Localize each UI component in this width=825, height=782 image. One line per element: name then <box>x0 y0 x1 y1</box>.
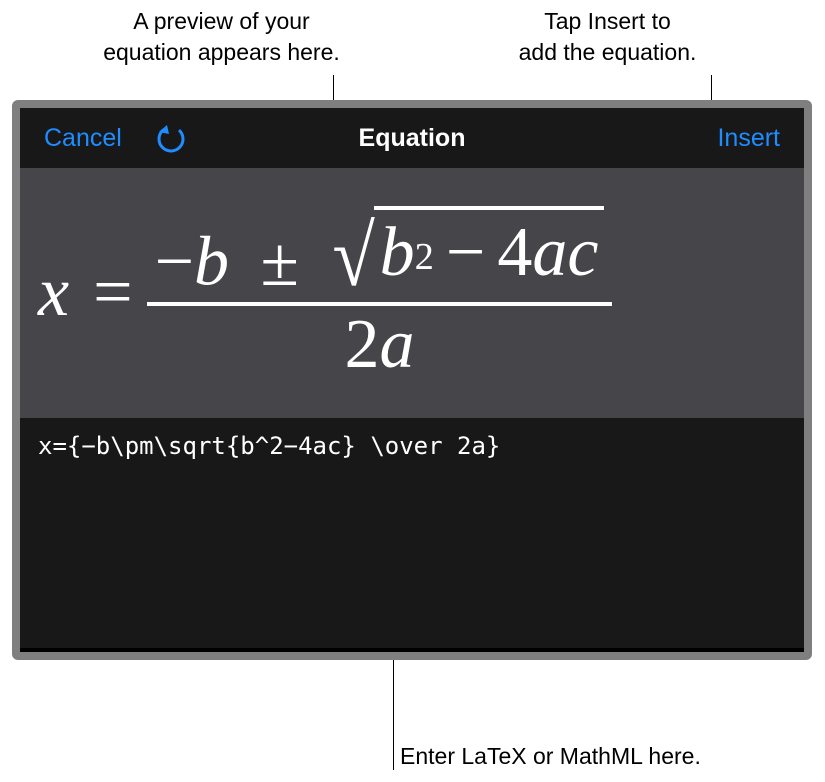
callout-preview-text: A preview of your equation appears here. <box>95 6 348 68</box>
eq-a-2: a <box>380 306 415 383</box>
callout-entry-leader <box>393 660 394 770</box>
eq-minus-2: − <box>446 218 485 288</box>
eq-numerator: −b ± √ b2 − 4ac <box>147 202 613 302</box>
eq-denominator: 2a <box>337 306 423 384</box>
callout-entry-text: Enter LaTeX or MathML here. <box>400 741 730 772</box>
undo-icon[interactable] <box>154 121 188 155</box>
radical-icon: √ <box>333 224 375 289</box>
eq-exp-2: 2 <box>415 238 434 277</box>
eq-two: 2 <box>345 306 380 383</box>
eq-four: 4 <box>497 218 532 288</box>
latex-input[interactable]: x={−b\pm\sqrt{b^2−4ac} \over 2a} <box>20 418 804 648</box>
callout-insert-text: Tap Insert to add the equation. <box>495 6 720 68</box>
cancel-button[interactable]: Cancel <box>44 124 122 153</box>
eq-sqrt: √ b2 − 4ac <box>330 206 604 288</box>
eq-c: c <box>567 218 598 288</box>
eq-minus: − <box>155 224 194 301</box>
toolbar-left-group: Cancel <box>44 121 188 155</box>
eq-var-x: x <box>38 253 69 333</box>
sheet-title: Equation <box>359 124 466 152</box>
eq-plus-minus: ± <box>261 224 299 301</box>
eq-a-1: a <box>532 218 567 288</box>
equation-preview: x = −b ± √ b2 − 4ac <box>20 168 804 418</box>
eq-b-1: b <box>194 224 229 301</box>
eq-fraction: −b ± √ b2 − 4ac 2a <box>147 202 613 384</box>
eq-b-2: b <box>380 218 415 288</box>
eq-radicand: b2 − 4ac <box>374 206 605 288</box>
equation-sheet: Cancel Equation Insert x = −b ± <box>12 100 812 660</box>
sheet-toolbar: Cancel Equation Insert <box>20 108 804 168</box>
insert-button[interactable]: Insert <box>717 124 780 153</box>
eq-equals: = <box>93 253 132 333</box>
